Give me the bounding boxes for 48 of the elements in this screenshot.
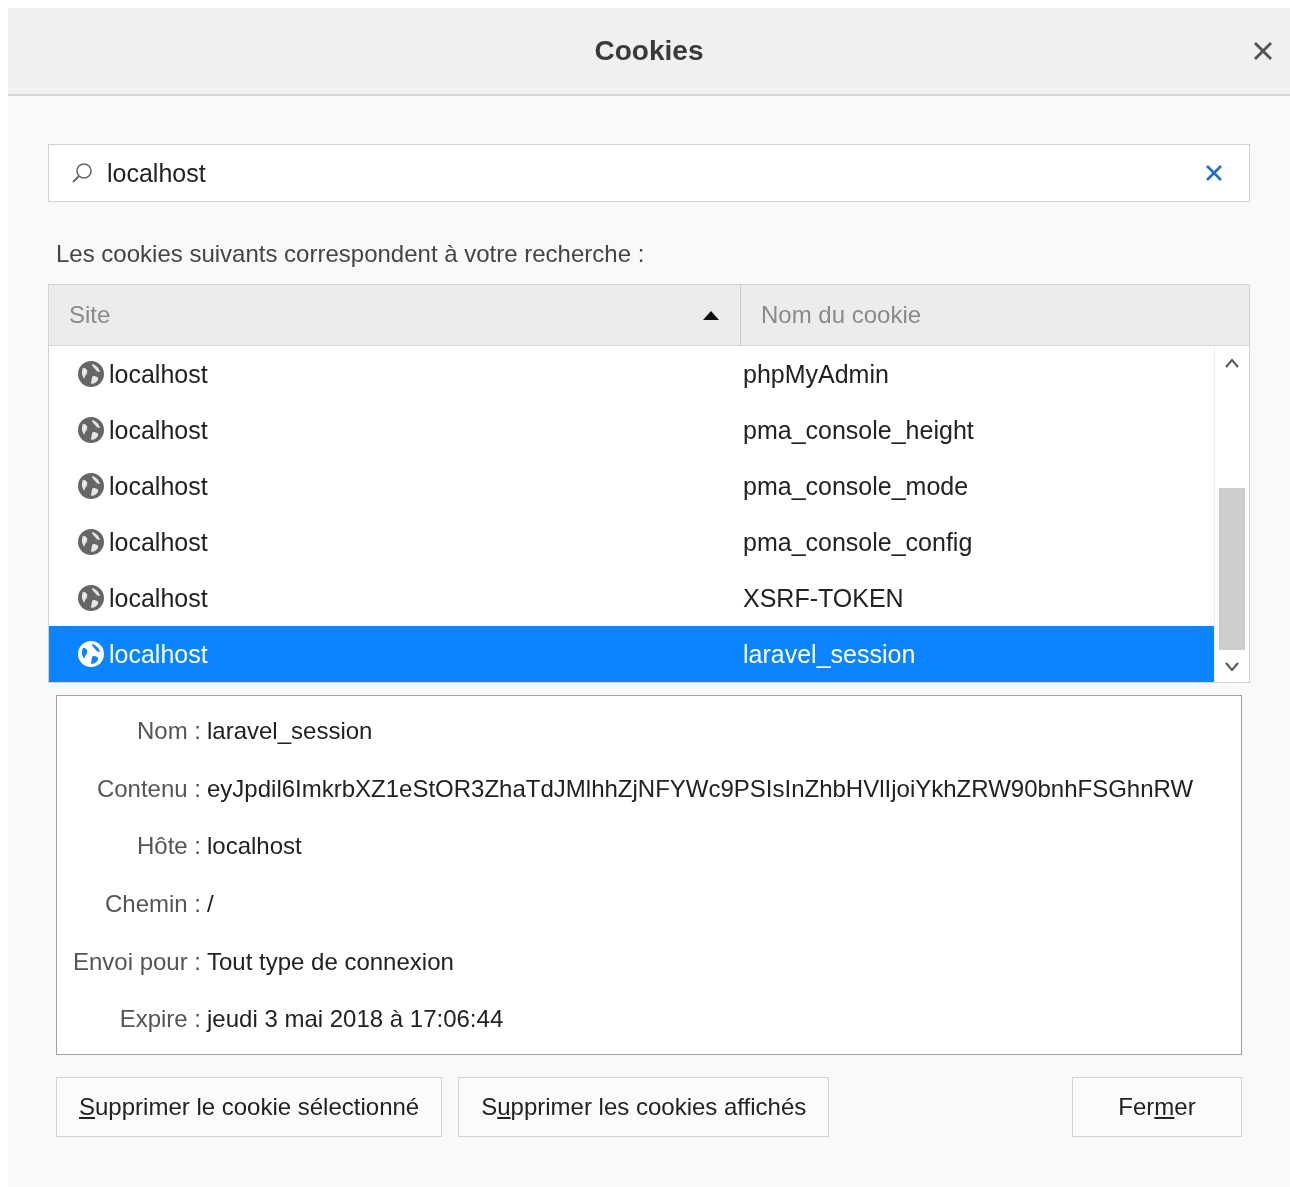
cookie-name-cell-text: pma_console_config — [743, 527, 974, 557]
site-cell: localhost — [109, 583, 208, 613]
field-label: Hôte : — [136, 832, 202, 861]
close-icon[interactable] — [1252, 40, 1274, 62]
scroll-up-icon[interactable] — [1224, 358, 1240, 368]
site-cell: localhost — [109, 639, 208, 669]
clear-icon[interactable] — [1204, 163, 1224, 183]
globe-icon — [77, 360, 105, 388]
cookie-row[interactable]: localhost XSRF-TOKEN — [49, 570, 1214, 626]
site-cell: localhost — [109, 471, 208, 501]
field-label: Chemin : — [104, 889, 202, 918]
field-value: localhost — [207, 832, 303, 861]
field-label: Expire : — [119, 1005, 202, 1034]
cookie-name-cell-text: pma_console_height — [743, 415, 975, 445]
field-value: jeudi 3 mai 2018 à 17:06:44 — [207, 1005, 505, 1034]
cookie-row[interactable]: localhost pma_console_height — [49, 402, 1214, 458]
cookie-row[interactable]: localhost phpMyAdmin — [49, 346, 1214, 402]
field-value: Tout type de connexion — [207, 947, 455, 976]
field-label: Nom : — [137, 716, 202, 745]
globe-icon — [77, 416, 105, 444]
cookie-name-cell-text: phpMyAdmin — [743, 359, 890, 389]
globe-icon — [77, 472, 105, 500]
action-button[interactable]: Supprimer le cookie sélectionné — [56, 1077, 443, 1137]
cookie-name-cell-text: XSRF-TOKEN — [743, 583, 905, 613]
cookie-name-cell-text: laravel_session — [743, 639, 917, 669]
site-cell: localhost — [109, 415, 208, 445]
field-label: Contenu : — [96, 774, 202, 803]
globe-icon — [77, 528, 105, 556]
cookie-row[interactable]: localhost laravel_session — [49, 626, 1214, 682]
site-cell: localhost — [109, 359, 208, 389]
action-button[interactable]: Supprimer les cookies affichés — [458, 1077, 830, 1137]
search-icon — [70, 161, 94, 185]
field-value: eyJpdil6ImkrbXZ1eStOR3ZhaTdJMlhhZjNFYWc9PSIsInZhbHVlIjoiYkhZRW90bnhFSGhnRW — [207, 774, 1195, 803]
site-cell: localhost — [109, 527, 208, 557]
cookie-row[interactable]: localhost pma_console_mode — [49, 458, 1214, 514]
field-value: laravel_session — [207, 716, 374, 745]
search-field[interactable]: localhost — [48, 144, 1250, 202]
globe-icon — [77, 640, 105, 668]
cookie-name-cell-text: pma_console_mode — [743, 471, 970, 501]
scroll-thumb[interactable] — [1219, 488, 1245, 650]
window-title: Cookies — [594, 35, 704, 67]
results-label: Les cookies suivants correspondent à votre recherche : — [56, 240, 646, 269]
scroll-down-icon[interactable] — [1224, 662, 1240, 672]
field-label: Envoi pour : — [72, 947, 202, 976]
field-value: / — [207, 889, 215, 918]
globe-icon — [77, 584, 105, 612]
cookie-row[interactable]: localhost pma_console_config — [49, 514, 1214, 570]
action-button[interactable]: Fermer — [1072, 1077, 1242, 1137]
